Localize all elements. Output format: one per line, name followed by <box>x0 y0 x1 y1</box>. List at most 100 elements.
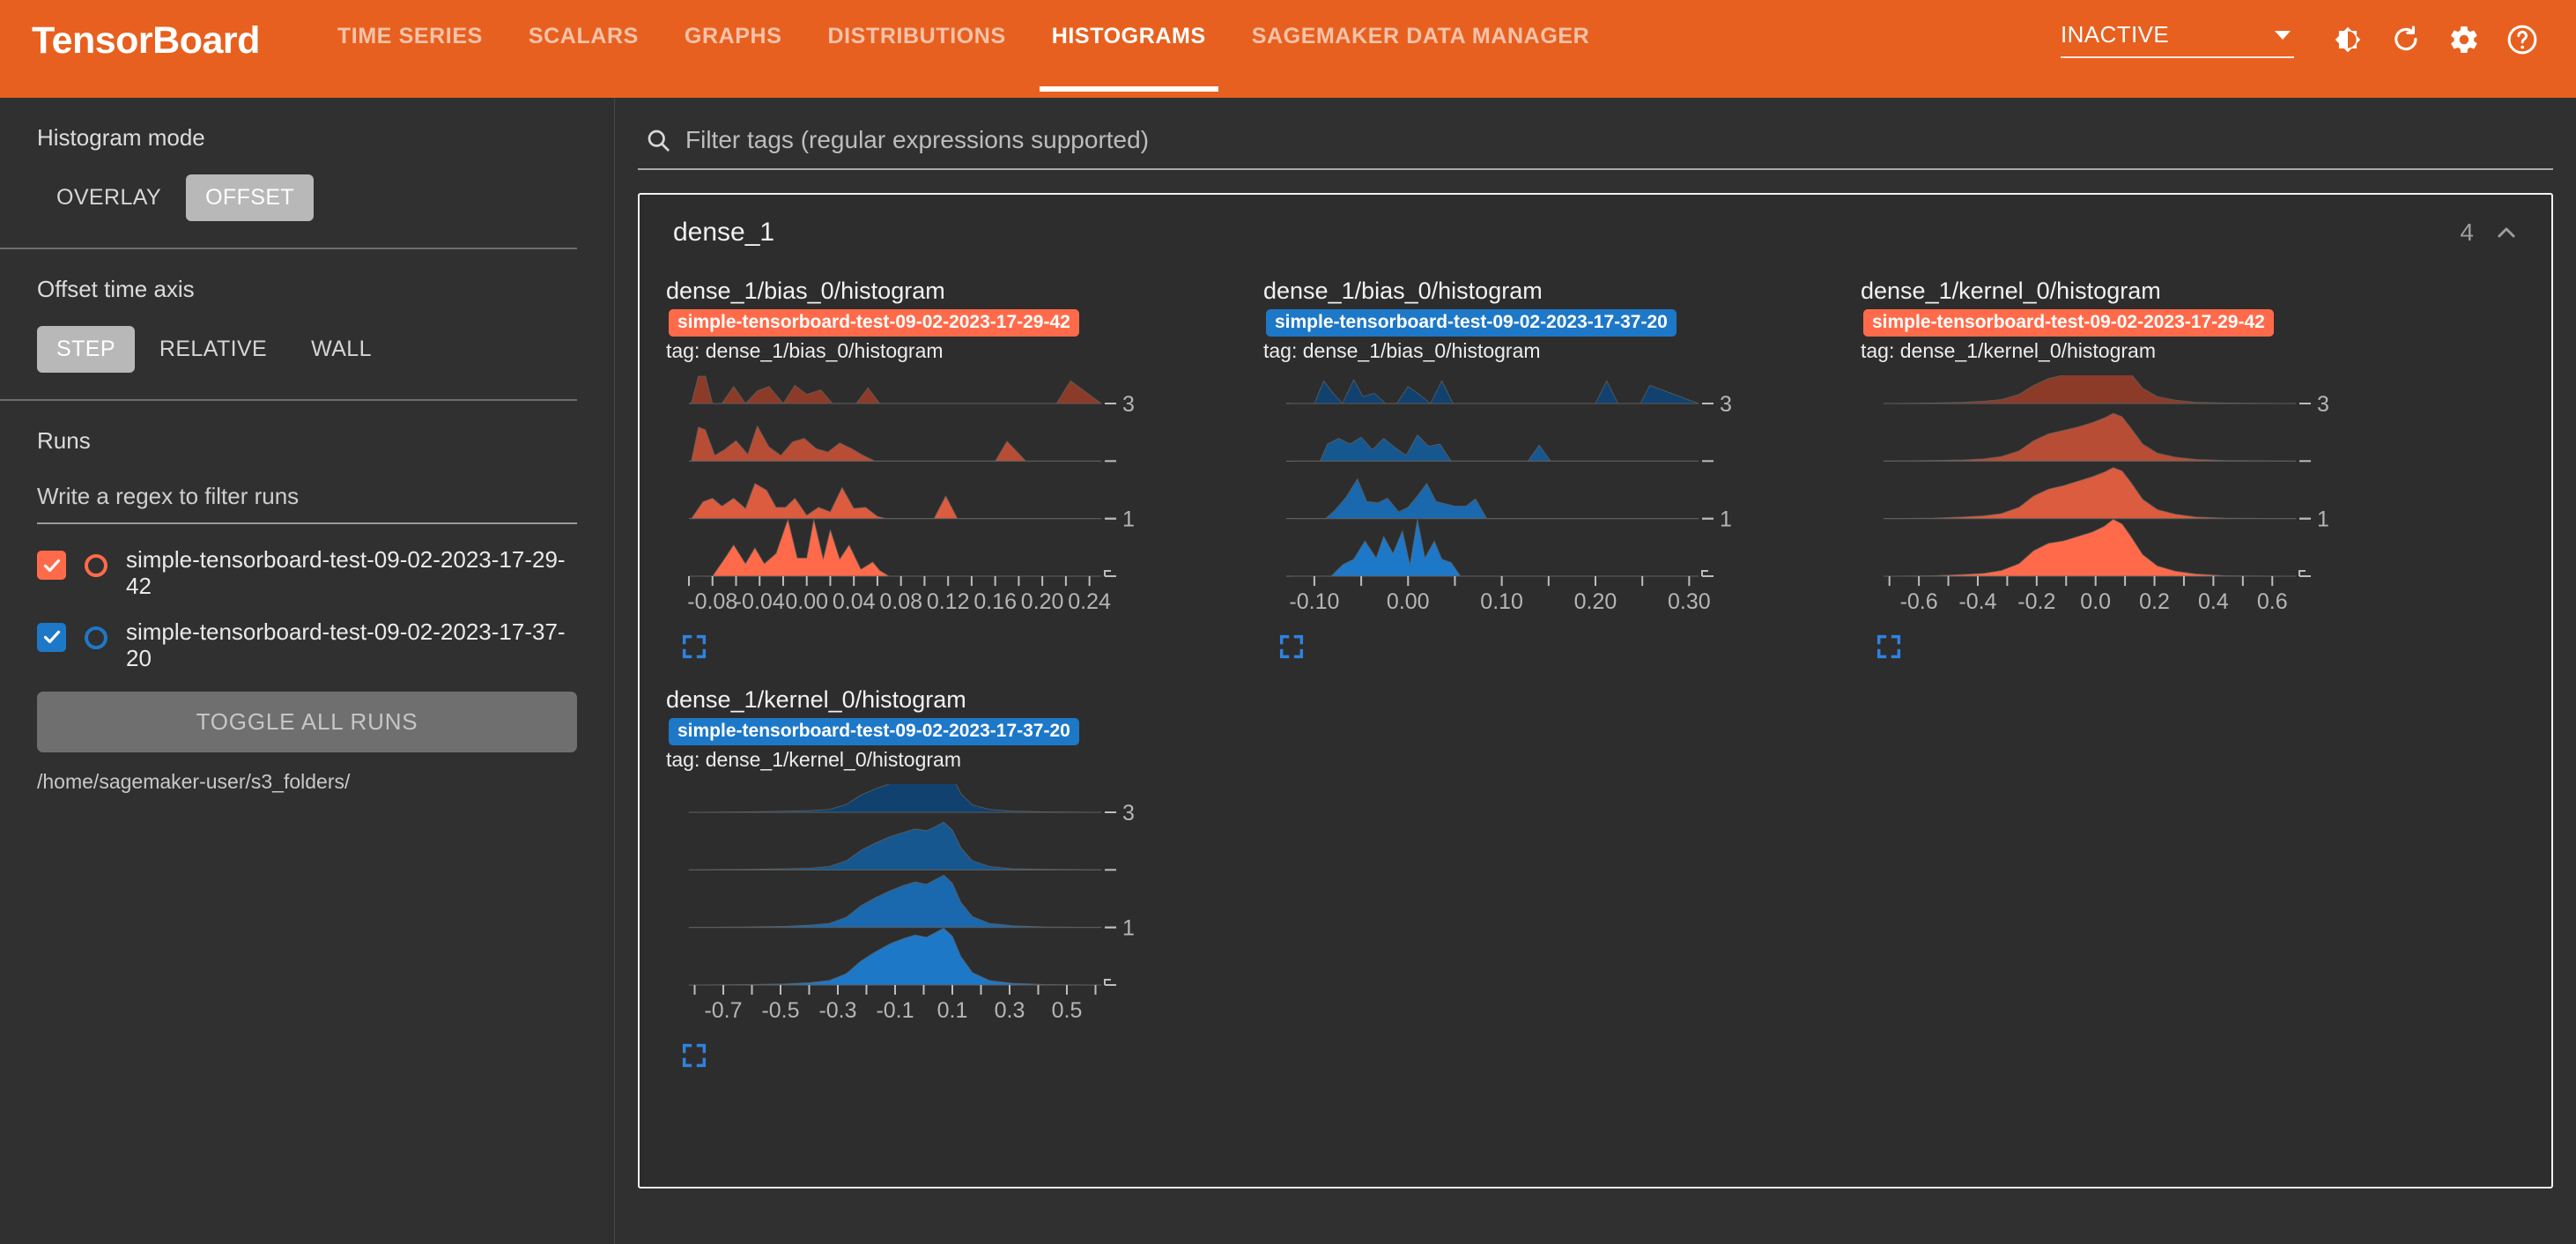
svg-text:-0.3: -0.3 <box>818 998 856 1023</box>
chart-title: dense_1/kernel_0/histogram <box>666 686 966 714</box>
svg-text:0.30: 0.30 <box>1668 589 1711 614</box>
run-checkbox[interactable] <box>37 622 66 652</box>
svg-text:-0.04: -0.04 <box>735 589 785 614</box>
run-checkbox[interactable] <box>37 551 66 580</box>
app-brand: TensorBoard <box>32 19 260 62</box>
tag-filter-input[interactable] <box>685 126 2553 154</box>
fullscreen-icon[interactable] <box>680 633 708 665</box>
offset-time-axis-buttons: STEP RELATIVE WALL <box>37 326 577 373</box>
fullscreen-icon[interactable] <box>1875 633 1903 665</box>
header-actions: INACTIVE <box>2061 12 2550 67</box>
histogram-chart-card: dense_1/kernel_0/histogram simple-tensorb… <box>655 679 1253 1083</box>
svg-text:0.1: 0.1 <box>937 998 968 1023</box>
tab-graphs[interactable]: GRAPHS <box>662 25 805 92</box>
histogram-chart-grid: dense_1/bias_0/histogram simple-tensorboa… <box>640 270 2551 1088</box>
svg-text:-0.4: -0.4 <box>1958 589 1996 614</box>
svg-text:-0.5: -0.5 <box>761 998 799 1023</box>
chart-tag-label: tag: dense_1/kernel_0/histogram <box>1861 339 2156 363</box>
app-body: Histogram mode OVERLAY OFFSET Offset time… <box>0 98 2576 1244</box>
svg-text:1: 1 <box>1720 507 1732 532</box>
chart-title: dense_1/bias_0/histogram <box>1263 278 1543 304</box>
chart-title: dense_1/bias_0/histogram <box>666 278 945 304</box>
histogram-mode-buttons: OVERLAY OFFSET <box>37 174 577 221</box>
svg-text:0.10: 0.10 <box>1480 589 1523 614</box>
gear-icon[interactable] <box>2437 12 2491 67</box>
svg-text:3: 3 <box>1720 392 1732 417</box>
svg-text:0.08: 0.08 <box>879 589 922 614</box>
chart-title: dense_1/kernel_0/histogram <box>1861 278 2161 304</box>
svg-text:3: 3 <box>1122 801 1135 826</box>
chevron-up-icon[interactable] <box>2493 219 2520 246</box>
svg-text:0.4: 0.4 <box>2198 589 2229 614</box>
option-step[interactable]: STEP <box>37 326 135 373</box>
histogram-mode-section: Histogram mode OVERLAY OFFSET <box>0 98 614 248</box>
runs-title: Runs <box>37 427 91 454</box>
svg-text:-0.2: -0.2 <box>2017 589 2055 614</box>
svg-text:-0.08: -0.08 <box>687 589 737 614</box>
svg-text:-0.10: -0.10 <box>1289 589 1339 614</box>
help-icon[interactable] <box>2495 12 2550 67</box>
refresh-icon[interactable] <box>2379 12 2433 67</box>
tab-distributions[interactable]: DISTRIBUTIONS <box>804 25 1028 92</box>
chart-tag-label: tag: dense_1/bias_0/histogram <box>666 339 944 363</box>
histogram-plot[interactable]: 1 3 -0.7 -0.5 -0.3 -0.1 0.1 0.3 0.5 <box>666 784 1244 1033</box>
histogram-chart-card: dense_1/kernel_0/histogram simple-tensorb… <box>1850 270 2447 674</box>
svg-text:-0.6: -0.6 <box>1900 589 1938 614</box>
svg-text:0.24: 0.24 <box>1068 589 1111 614</box>
nav-tabs: TIME SERIES SCALARS GRAPHS DISTRIBUTIONS HIS… <box>315 25 1612 98</box>
offset-time-axis-section: Offset time axis STEP RELATIVE WALL <box>0 249 614 399</box>
svg-text:0.3: 0.3 <box>995 998 1025 1023</box>
search-icon <box>645 127 671 153</box>
toggle-all-runs-button[interactable]: TOGGLE ALL RUNS <box>37 691 577 752</box>
tab-histograms[interactable]: HISTOGRAMS <box>1029 25 1229 92</box>
run-color-swatch[interactable] <box>85 554 107 577</box>
run-item[interactable]: simple-tensorboard-test-09-02-2023-17-37… <box>37 618 577 672</box>
run-item[interactable]: simple-tensorboard-test-09-02-2023-17-29… <box>37 546 577 600</box>
svg-text:1: 1 <box>2317 507 2329 532</box>
histogram-plot[interactable]: 1 3 -0.08 -0.04 0.00 0.04 0.08 0.12 0.16 0.20 0.24 <box>666 375 1244 624</box>
option-overlay[interactable]: OVERLAY <box>37 174 181 221</box>
svg-text:0.20: 0.20 <box>1021 589 1064 614</box>
histogram-chart-card: dense_1/bias_0/histogram simple-tensorboa… <box>655 270 1253 674</box>
fullscreen-icon[interactable] <box>680 1041 708 1074</box>
status-dropdown[interactable]: INACTIVE <box>2061 21 2294 58</box>
run-color-swatch[interactable] <box>85 626 107 649</box>
svg-text:0.16: 0.16 <box>973 589 1017 614</box>
svg-text:0.12: 0.12 <box>927 589 970 614</box>
app-header: TensorBoard TIME SERIES SCALARS GRAPHS DIST… <box>0 0 2576 98</box>
offset-time-axis-title: Offset time axis <box>37 276 195 302</box>
chevron-down-icon <box>2275 30 2291 40</box>
run-label: simple-tensorboard-test-09-02-2023-17-37… <box>126 618 566 671</box>
option-wall[interactable]: WALL <box>292 326 391 373</box>
tag-group-header[interactable]: dense_1 4 <box>640 195 2551 270</box>
tag-filter-bar <box>638 121 2553 170</box>
option-offset[interactable]: OFFSET <box>186 174 315 221</box>
option-relative[interactable]: RELATIVE <box>140 326 286 373</box>
chart-tag-label: tag: dense_1/bias_0/histogram <box>1263 339 1541 363</box>
fullscreen-icon[interactable] <box>1277 633 1306 665</box>
svg-text:3: 3 <box>1122 392 1135 417</box>
svg-text:0.04: 0.04 <box>833 589 876 614</box>
svg-text:1: 1 <box>1122 507 1135 532</box>
runs-section: Runs simple-tensorboard-test-09-02-2023-… <box>0 401 614 820</box>
logdir-path: /home/sagemaker-user/s3_folders/ <box>37 769 351 793</box>
tab-sagemaker-data-manager[interactable]: SAGEMAKER DATA MANAGER <box>1229 25 1613 92</box>
tab-scalars[interactable]: SCALARS <box>506 25 662 92</box>
svg-text:-0.1: -0.1 <box>876 998 914 1023</box>
tag-group-count: 4 <box>2460 218 2474 246</box>
svg-text:0.0: 0.0 <box>2080 589 2111 614</box>
main-panel: dense_1 4 dense_1/bias_0/histogramsimple… <box>614 98 2576 1244</box>
svg-text:1: 1 <box>1122 916 1135 941</box>
histogram-plot[interactable]: 1 3 -0.10 0.00 0.10 0.20 0.30 <box>1263 375 1841 624</box>
run-label: simple-tensorboard-test-09-02-2023-17-29… <box>126 546 566 599</box>
histogram-plot[interactable]: 1 3 -0.6 -0.4 -0.2 0.0 0.2 0.4 0.6 <box>1861 375 2439 624</box>
brightness-icon[interactable] <box>2321 12 2375 67</box>
chart-run-badge: simple-tensorboard-test-09-02-2023-17-37… <box>1266 309 1677 337</box>
chart-run-badge: simple-tensorboard-test-09-02-2023-17-37… <box>669 718 1079 746</box>
status-value: INACTIVE <box>2061 21 2170 48</box>
svg-text:3: 3 <box>2317 392 2329 417</box>
histogram-chart-card: dense_1/bias_0/histogram simple-tensorboa… <box>1253 270 1850 674</box>
svg-text:-0.7: -0.7 <box>704 998 742 1023</box>
runs-filter-input[interactable] <box>37 478 577 524</box>
tab-time-series[interactable]: TIME SERIES <box>315 25 506 92</box>
